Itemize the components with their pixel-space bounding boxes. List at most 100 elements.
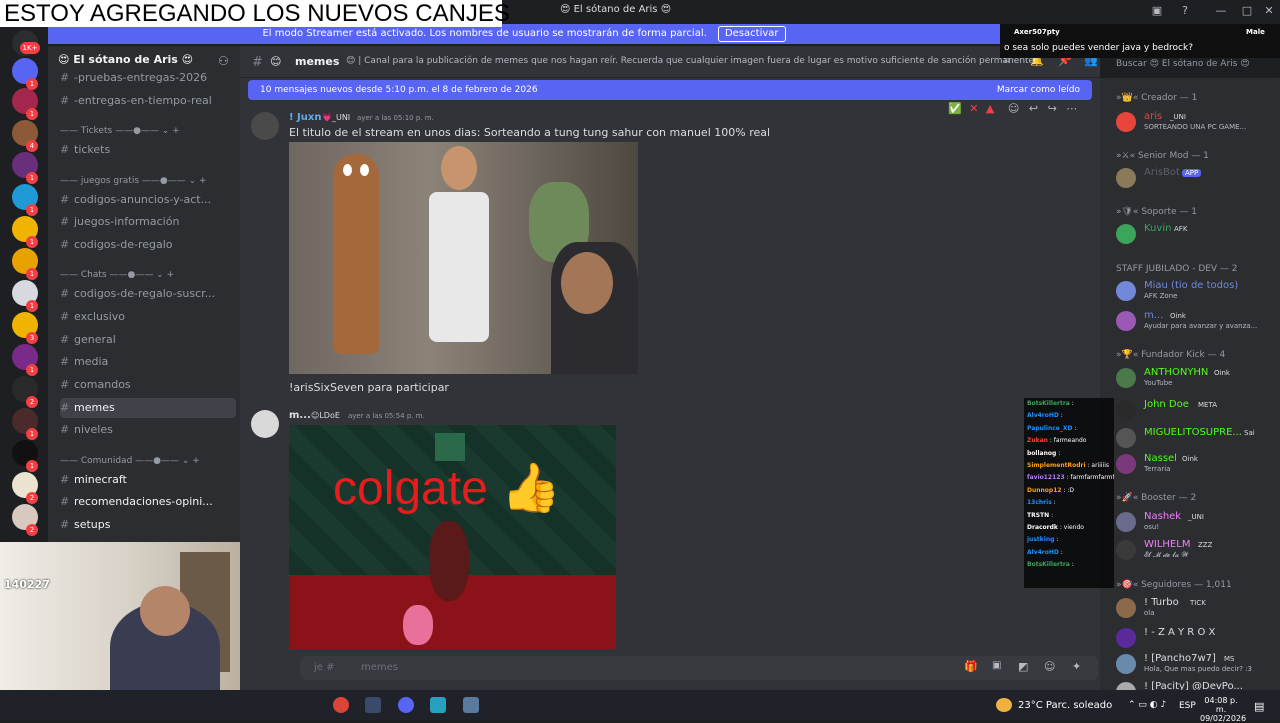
- avatar: [1116, 311, 1136, 331]
- chat-line: Alv4roHD :: [1024, 410, 1114, 422]
- channel-item[interactable]: # -pruebas-entregas-2026: [60, 68, 236, 88]
- member-item[interactable]: Nashek _UNI osu!: [1116, 510, 1276, 534]
- category-header[interactable]: —— Chats ——●—— ⌄ +: [60, 270, 174, 280]
- member-item[interactable]: ! Turbo TICK ola: [1116, 596, 1276, 620]
- maximize-button[interactable]: □: [1240, 4, 1254, 18]
- channel-item[interactable]: # codigos-anuncios-y-act...: [60, 190, 236, 210]
- reply-icon[interactable]: ↩: [1029, 102, 1038, 115]
- minimize-button[interactable]: —: [1214, 4, 1228, 18]
- member-item[interactable]: John Doe META: [1116, 398, 1276, 422]
- weather-text[interactable]: 23°C Parc. soleado: [1018, 700, 1112, 711]
- member-name: ANTHONYHN: [1144, 367, 1209, 378]
- close-button[interactable]: ✕: [1262, 4, 1276, 18]
- language-indicator[interactable]: ESP: [1179, 701, 1196, 711]
- tray-icons[interactable]: ⌃ ▭ ◐ ♪: [1128, 700, 1166, 710]
- message-author[interactable]: m...: [289, 410, 311, 421]
- member-name: ! [Pacity] @DevPo...: [1144, 681, 1243, 690]
- app-icon[interactable]: [430, 697, 446, 713]
- deactivate-button[interactable]: Desactivar: [717, 26, 786, 42]
- chat-user: justking: [1027, 536, 1055, 544]
- meme-image[interactable]: colgate 👍: [289, 425, 616, 649]
- member-name: WILHELM: [1144, 539, 1191, 550]
- flag-icon[interactable]: ▲: [986, 102, 994, 115]
- avatar: [1116, 540, 1136, 560]
- member-name: Kuvin: [1144, 223, 1172, 234]
- member-item[interactable]: m... Oink Ayudar para avanzar y avanza...: [1116, 309, 1276, 333]
- channel-item[interactable]: # niveles: [60, 420, 236, 440]
- member-name: John Doe: [1144, 399, 1189, 410]
- notifications-icon[interactable]: ▤: [1254, 700, 1264, 713]
- channel-item-selected[interactable]: # memes: [60, 398, 236, 418]
- chat-user: BotsKillertra: [1027, 561, 1070, 569]
- chat-line: Papulince_XD :: [1024, 423, 1114, 435]
- member-item[interactable]: Nassel Oink Terraria: [1116, 452, 1276, 476]
- chat-user: Alv4roHD: [1027, 412, 1059, 420]
- message-composer[interactable]: je # memes 🎁 ▣ ◩ ☺ ✦: [300, 656, 1098, 680]
- discord-taskbar-icon[interactable]: [398, 697, 414, 713]
- member-item[interactable]: ArisBot APP: [1116, 166, 1276, 190]
- category-header[interactable]: —— juegos gratis ——●—— ⌄ +: [60, 176, 207, 186]
- new-messages-bar[interactable]: 10 mensajes nuevos desde 5:10 p.m. el 8 …: [248, 80, 1092, 100]
- channel-item[interactable]: # minecraft: [60, 470, 236, 490]
- message-text: El titulo de el stream en unos dias: Sor…: [289, 126, 771, 139]
- category-header[interactable]: —— Comunidad ——●—— ⌄ +: [60, 456, 200, 466]
- member-item[interactable]: Miau (tio de todos) AFK Zone: [1116, 279, 1276, 303]
- channel-item[interactable]: # exclusivo: [60, 307, 236, 327]
- member-group-header: »👑« Creador — 1: [1116, 93, 1198, 103]
- meme-image[interactable]: [289, 142, 638, 374]
- channel-item[interactable]: # recomendaciones-opini...: [60, 492, 236, 512]
- channel-item[interactable]: # codigos-de-regalo-suscr...: [60, 284, 236, 304]
- avatar[interactable]: [251, 112, 279, 140]
- mark-read-button[interactable]: Marcar como leído: [997, 80, 1080, 100]
- member-group-header: »🏆« Fundador Kick — 4: [1116, 350, 1226, 360]
- chat-message: ariiiiis: [1091, 462, 1110, 470]
- member-tag: _UNI: [1170, 113, 1186, 121]
- member-item[interactable]: ! [Pacity] @DevPo...: [1116, 680, 1276, 690]
- add-member-icon[interactable]: ⚇: [218, 54, 229, 68]
- forward-icon[interactable]: ↪: [1048, 102, 1057, 115]
- channel-item[interactable]: # comandos: [60, 375, 236, 395]
- member-item[interactable]: Kuvin AFK: [1116, 222, 1276, 246]
- x-icon[interactable]: ✕: [969, 102, 978, 115]
- member-item[interactable]: aris _UNI SORTEANDO UNA PC GAME...: [1116, 110, 1276, 134]
- category-header[interactable]: —— Tickets ——●—— ⌄ +: [60, 126, 180, 136]
- inbox-icon[interactable]: ▣: [1150, 4, 1164, 18]
- chat-line: 13chris :: [1024, 497, 1114, 509]
- message-author[interactable]: ! Juxn: [289, 112, 321, 123]
- chat-user: Alv4roHD: [1027, 548, 1059, 556]
- channel-item[interactable]: # setups: [60, 515, 236, 535]
- member-item[interactable]: ! - Z A Y R O X: [1116, 626, 1276, 650]
- member-tag: ZZZ: [1198, 541, 1213, 549]
- avatar: [1116, 368, 1136, 388]
- channel-item[interactable]: # juegos-información: [60, 212, 236, 232]
- help-icon[interactable]: ?: [1178, 4, 1192, 18]
- member-item[interactable]: ANTHONYHN Oink YouTube: [1116, 366, 1276, 390]
- chrome-icon[interactable]: [333, 697, 349, 713]
- calculator-icon[interactable]: [463, 697, 479, 713]
- stream-chat-overlay: BotsKillertra : Alv4roHD : Papulince_XD …: [1024, 398, 1114, 588]
- clock[interactable]: 04:08 p. m. 09/02/2026: [1200, 696, 1246, 723]
- member-item[interactable]: MIGUELITOSUPRE... Sai: [1116, 426, 1276, 450]
- channel-item[interactable]: # media: [60, 352, 236, 372]
- check-icon[interactable]: ✅: [948, 102, 962, 115]
- avatar[interactable]: [251, 410, 279, 438]
- unread-badge: 2: [26, 492, 38, 504]
- sticker-icon[interactable]: ◩: [1018, 660, 1028, 673]
- apps-icon[interactable]: ✦: [1072, 660, 1081, 673]
- member-item[interactable]: ! [Pancho7w7] MS Hola, Que mas puedo decir…: [1116, 652, 1276, 676]
- more-icon[interactable]: ⋯: [1066, 102, 1077, 115]
- channel-item[interactable]: # -entregas-en-tiempo-real: [60, 91, 236, 111]
- popup-message: o sea solo puedes vender java y bedrock?: [1004, 43, 1193, 53]
- channel-item[interactable]: # tickets: [60, 140, 236, 160]
- gift-icon[interactable]: 🎁: [964, 660, 978, 673]
- member-item[interactable]: WILHELM ZZZ 𝓔𝓵 𝓜 𝓭𝓮 𝓵𝓪 𝓦: [1116, 538, 1276, 562]
- app-icon[interactable]: [365, 697, 381, 713]
- window-title: 😍 El sótano de Aris 😍: [560, 4, 672, 15]
- emoji-icon[interactable]: ☺: [1044, 660, 1055, 673]
- channel-item[interactable]: # codigos-de-regalo: [60, 235, 236, 255]
- channel-item[interactable]: # general: [60, 330, 236, 350]
- server-name[interactable]: 😍 El sótano de Aris 😍: [58, 53, 193, 66]
- emoji-react-icon[interactable]: ☺: [1008, 102, 1019, 115]
- gif-icon[interactable]: ▣: [992, 660, 1001, 671]
- channel-topic[interactable]: 😊 | Canal para la publicación de memes q…: [346, 56, 1037, 66]
